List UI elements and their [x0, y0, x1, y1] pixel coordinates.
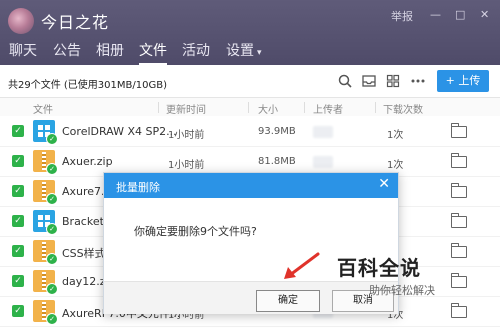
check-badge-icon: ✓: [46, 133, 58, 145]
file-time: 1小时前: [168, 130, 205, 141]
folder-icon[interactable]: [450, 183, 467, 198]
file-name[interactable]: CSS样式: [62, 245, 106, 261]
tab-files[interactable]: 文件: [139, 40, 167, 65]
check-badge-icon: ✓: [46, 223, 58, 235]
table-row[interactable]: ✓ ✓ CorelDRAW X4 SP2... 1小时前 93.9MB 1次: [0, 117, 500, 147]
file-name[interactable]: Axuer.zip: [62, 155, 113, 168]
report-link[interactable]: 举报: [391, 8, 413, 24]
uploader-avatar: [313, 126, 333, 138]
more-icon[interactable]: [410, 73, 426, 89]
group-name: 今日之花: [41, 13, 110, 32]
folder-icon[interactable]: [450, 243, 467, 258]
column-divider: [248, 102, 249, 113]
file-size: 81.8MB: [258, 156, 296, 167]
file-time: 1小时前: [168, 160, 205, 171]
column-divider: [158, 102, 159, 113]
confirm-button[interactable]: 确定: [256, 290, 320, 312]
folder-icon[interactable]: [450, 303, 467, 318]
group-tabs: 聊天 公告 相册 文件 活动 设置 ▾: [0, 40, 500, 65]
tab-announcement[interactable]: 公告: [53, 40, 81, 60]
check-badge-icon: ✓: [46, 313, 58, 325]
file-table-header: 文件 更新时间 大小 上传者 下载次数: [0, 98, 500, 116]
tab-settings[interactable]: 设置 ▾: [226, 40, 262, 60]
app-header: 今日之花 举报 — □ ✕ 聊天 公告 相册 文件 活动 设置 ▾: [0, 0, 500, 65]
group-avatar[interactable]: [8, 8, 34, 34]
dialog-message: 你确定要删除9个文件吗?: [134, 225, 257, 238]
check-badge-icon: ✓: [46, 253, 58, 265]
checkbox-checked[interactable]: ✓: [12, 185, 24, 197]
tab-activity[interactable]: 活动: [182, 40, 210, 60]
column-divider: [375, 102, 376, 113]
check-badge-icon: ✓: [46, 163, 58, 175]
dialog-close-icon[interactable]: ✕: [378, 176, 390, 192]
search-icon[interactable]: [337, 73, 353, 89]
column-file[interactable]: 文件: [33, 101, 53, 116]
checkbox-checked[interactable]: ✓: [12, 305, 24, 317]
dialog-footer: 确定 取消: [104, 281, 398, 314]
file-toolbar: 共29个文件 (已使用301MB/10GB) + 上传: [0, 67, 500, 98]
checkbox-checked[interactable]: ✓: [12, 245, 24, 257]
watermark-subtitle: 助你轻松解决: [369, 284, 435, 297]
storage-summary: 共29个文件 (已使用301MB/10GB): [8, 80, 167, 91]
file-downloads: 1次: [387, 160, 404, 171]
column-size[interactable]: 大小: [258, 101, 278, 116]
check-badge-icon: ✓: [46, 193, 58, 205]
uploader-avatar: [313, 156, 333, 168]
folder-icon[interactable]: [450, 273, 467, 288]
checkbox-checked[interactable]: ✓: [12, 125, 24, 137]
minimize-icon[interactable]: —: [430, 8, 441, 21]
file-name[interactable]: CorelDRAW X4 SP2...: [62, 125, 177, 138]
folder-icon[interactable]: [450, 153, 467, 168]
dialog-title: 批量删除: [116, 181, 160, 194]
tab-settings-label: 设置: [226, 43, 254, 59]
column-downloads[interactable]: 下载次数: [383, 101, 423, 116]
file-downloads: 1次: [387, 130, 404, 141]
column-time[interactable]: 更新时间: [166, 101, 206, 116]
column-uploader[interactable]: 上传者: [313, 101, 343, 116]
file-size: 93.9MB: [258, 126, 296, 137]
column-divider: [304, 102, 305, 113]
dialog-titlebar[interactable]: 批量删除 ✕: [104, 173, 398, 198]
annotation-arrow-icon: [284, 252, 320, 279]
upload-button[interactable]: + 上传: [437, 70, 489, 92]
checkbox-checked[interactable]: ✓: [12, 275, 24, 287]
tab-chat[interactable]: 聊天: [9, 40, 37, 60]
tab-album[interactable]: 相册: [96, 40, 124, 60]
chevron-down-icon: ▾: [257, 48, 262, 58]
maximize-icon[interactable]: □: [455, 8, 465, 21]
folder-icon[interactable]: [450, 213, 467, 228]
watermark-title: 百科全说: [337, 256, 421, 280]
check-badge-icon: ✓: [46, 283, 58, 295]
checkbox-checked[interactable]: ✓: [12, 215, 24, 227]
batch-delete-dialog: 批量删除 ✕ 你确定要删除9个文件吗? 确定 取消: [103, 172, 399, 314]
folder-icon[interactable]: [450, 123, 467, 138]
grid-icon[interactable]: [385, 73, 401, 89]
close-icon[interactable]: ✕: [480, 8, 489, 21]
inbox-icon[interactable]: [361, 73, 377, 89]
checkbox-checked[interactable]: ✓: [12, 155, 24, 167]
